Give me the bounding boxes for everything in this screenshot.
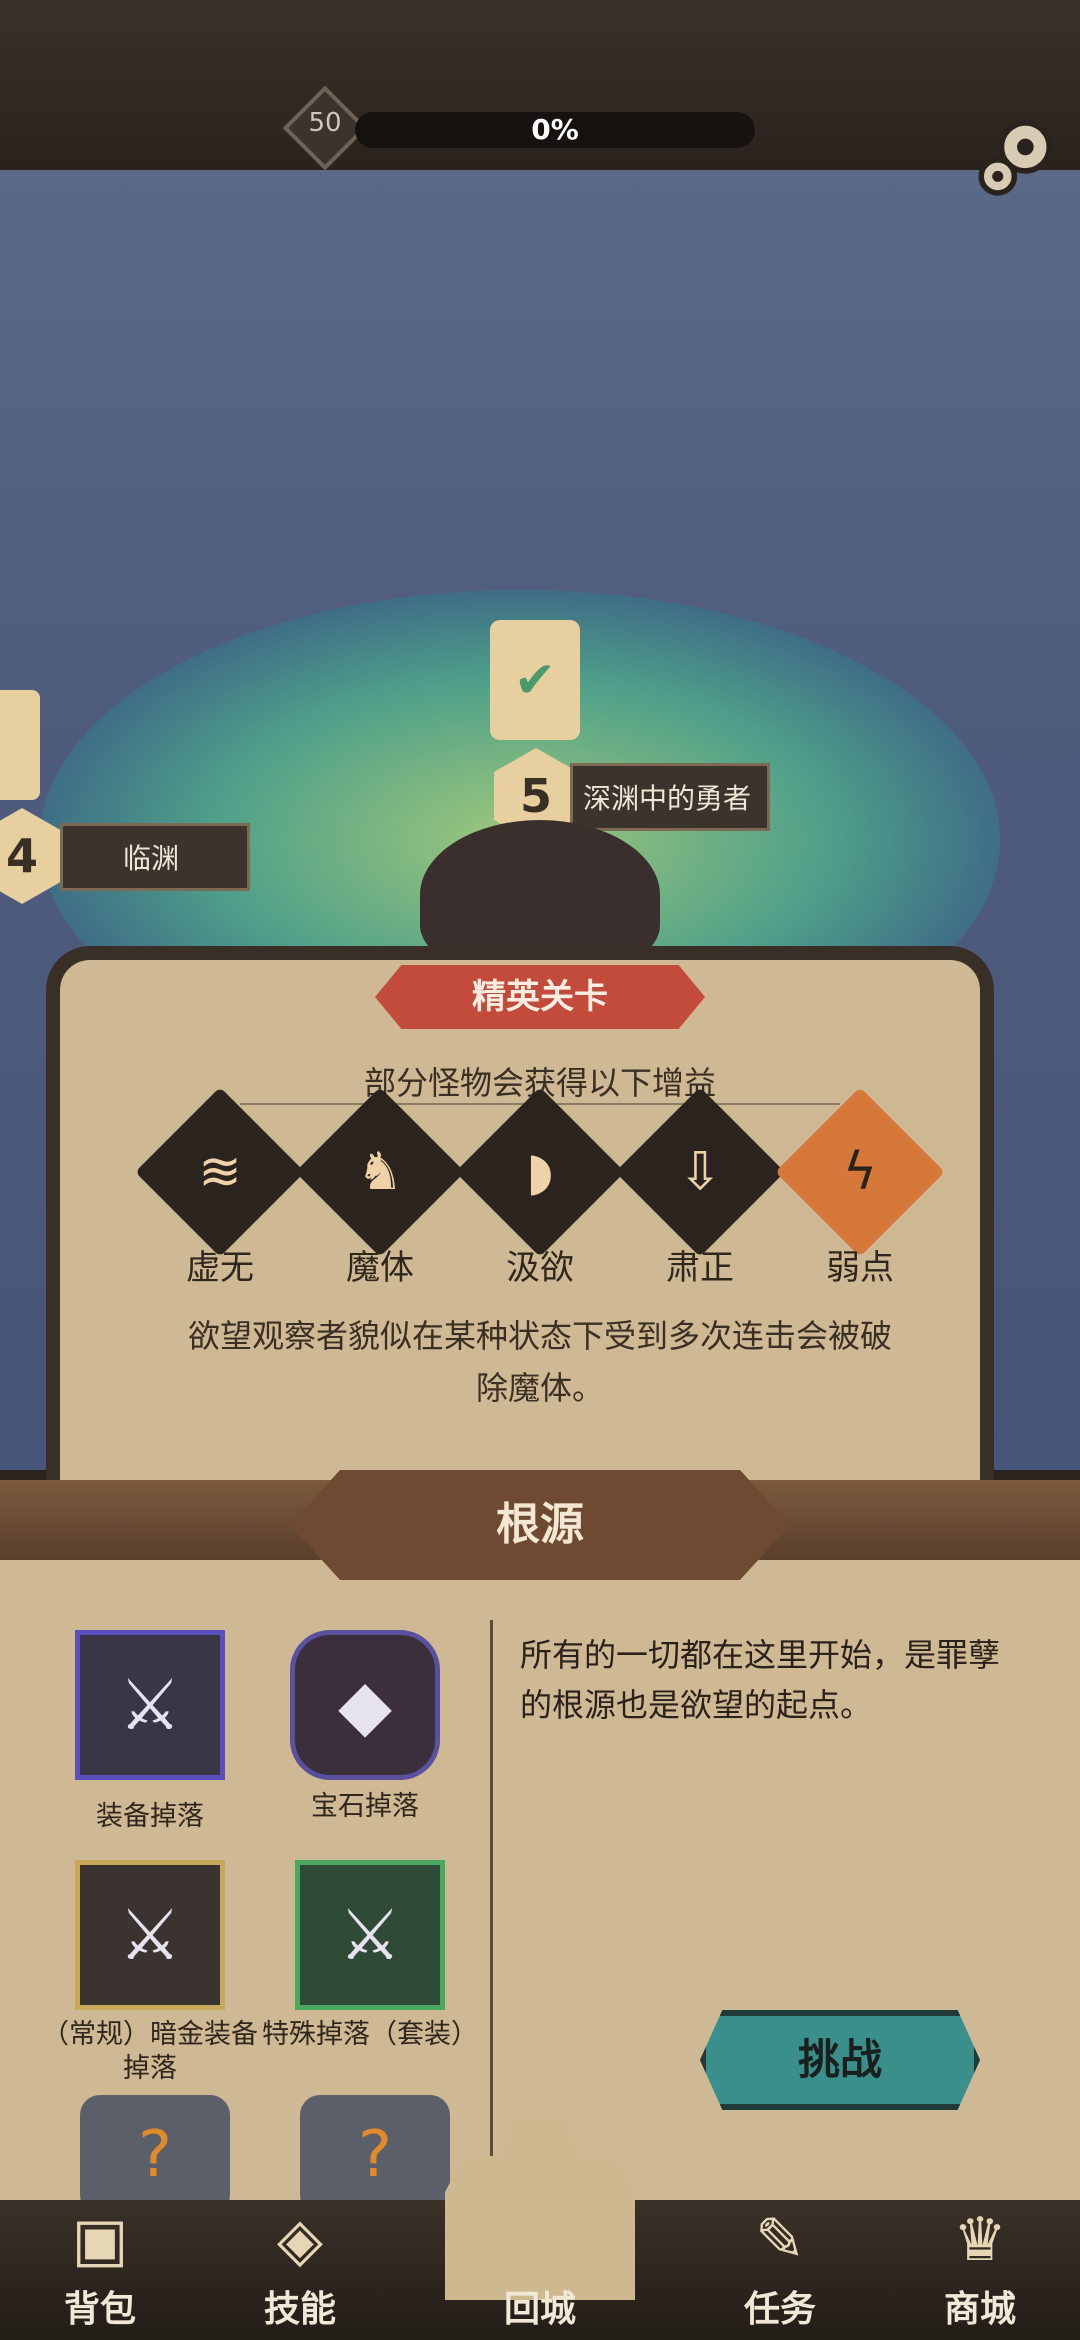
nav-label: 背包 bbox=[63, 2289, 136, 2330]
map-node-5-name: 深渊中的勇者 bbox=[583, 782, 752, 815]
checkmark-flag-icon: ✔ bbox=[490, 620, 580, 740]
map-node-4-number: 4 bbox=[5, 829, 38, 883]
map-node-4-name: 临渊 bbox=[123, 842, 180, 875]
map-node-4-label[interactable]: 临渊 bbox=[60, 823, 250, 891]
drop-label: 特殊掉落（套装） bbox=[262, 2019, 478, 2050]
buff-label: 虚无 bbox=[186, 1248, 254, 1288]
buff-drain-desire[interactable]: ◗ bbox=[455, 1087, 625, 1257]
unknown-drop-icon[interactable]: ? bbox=[300, 2095, 450, 2215]
nav-label: 技能 bbox=[263, 2289, 336, 2330]
elite-description: 欲望观察者貌似在某种状态下受到多次连击会被破除魔体。 bbox=[187, 1317, 892, 1407]
gem-drop-icon[interactable]: ◆ bbox=[290, 1630, 440, 1780]
nav-label: 任务 bbox=[743, 2289, 816, 2330]
skill-icon: ◈ bbox=[276, 2205, 324, 2275]
nav-return-town[interactable]: 回城 bbox=[460, 2200, 620, 2340]
drop-label: （常规）暗金装备掉落 bbox=[42, 2019, 258, 2084]
buff-label: 汲欲 bbox=[506, 1248, 574, 1288]
elite-stage-tag: 精英关卡 bbox=[375, 965, 705, 1029]
buff-label: 魔体 bbox=[346, 1248, 414, 1288]
buff-demon-body[interactable]: ♞ bbox=[295, 1087, 465, 1257]
unknown-drop-icon[interactable]: ? bbox=[80, 2095, 230, 2215]
buff-label: 弱点 bbox=[826, 1248, 894, 1288]
demon-head-icon bbox=[420, 820, 660, 970]
buff-purge[interactable]: ⇩ bbox=[615, 1087, 785, 1257]
buff-weakness[interactable]: ϟ bbox=[775, 1087, 945, 1257]
buff-void[interactable]: ≋ bbox=[135, 1087, 305, 1257]
quest-icon: ✎ bbox=[754, 2205, 806, 2275]
nav-backpack[interactable]: ▣ 背包 bbox=[20, 2200, 180, 2340]
shop-icon: ♛ bbox=[953, 2205, 1007, 2275]
exp-percent: 0% bbox=[531, 113, 579, 146]
buff-label: 肃正 bbox=[666, 1248, 734, 1288]
dark-gold-equipment-icon[interactable]: ⚔ bbox=[75, 1860, 225, 2010]
set-equipment-icon[interactable]: ⚔ bbox=[295, 1860, 445, 2010]
nav-quest[interactable]: ✎ 任务 bbox=[700, 2200, 860, 2340]
flag-icon bbox=[0, 690, 40, 800]
backpack-icon: ▣ bbox=[71, 2205, 129, 2275]
nav-shop[interactable]: ♛ 商城 bbox=[900, 2200, 1060, 2340]
map-node-5-label[interactable]: 深渊中的勇者 bbox=[570, 763, 770, 831]
map-node-5-number: 5 bbox=[519, 769, 552, 823]
panel-divider bbox=[490, 1620, 493, 2180]
origin-title: 根源 bbox=[496, 1499, 584, 1550]
nav-label: 回城 bbox=[503, 2289, 576, 2330]
nav-label: 商城 bbox=[943, 2289, 1016, 2330]
challenge-button[interactable]: 挑战 bbox=[700, 2010, 980, 2110]
equipment-drop-icon[interactable]: ⚔ bbox=[75, 1630, 225, 1780]
drop-label: 装备掉落 bbox=[96, 1801, 204, 1832]
nav-skill[interactable]: ◈ 技能 bbox=[220, 2200, 380, 2340]
origin-description: 所有的一切都在这里开始，是罪孽的根源也是欲望的起点。 bbox=[520, 1636, 1001, 1724]
player-level: 50 bbox=[308, 108, 342, 138]
gear-icon[interactable] bbox=[972, 112, 1064, 204]
drop-label: 宝石掉落 bbox=[311, 1791, 419, 1822]
